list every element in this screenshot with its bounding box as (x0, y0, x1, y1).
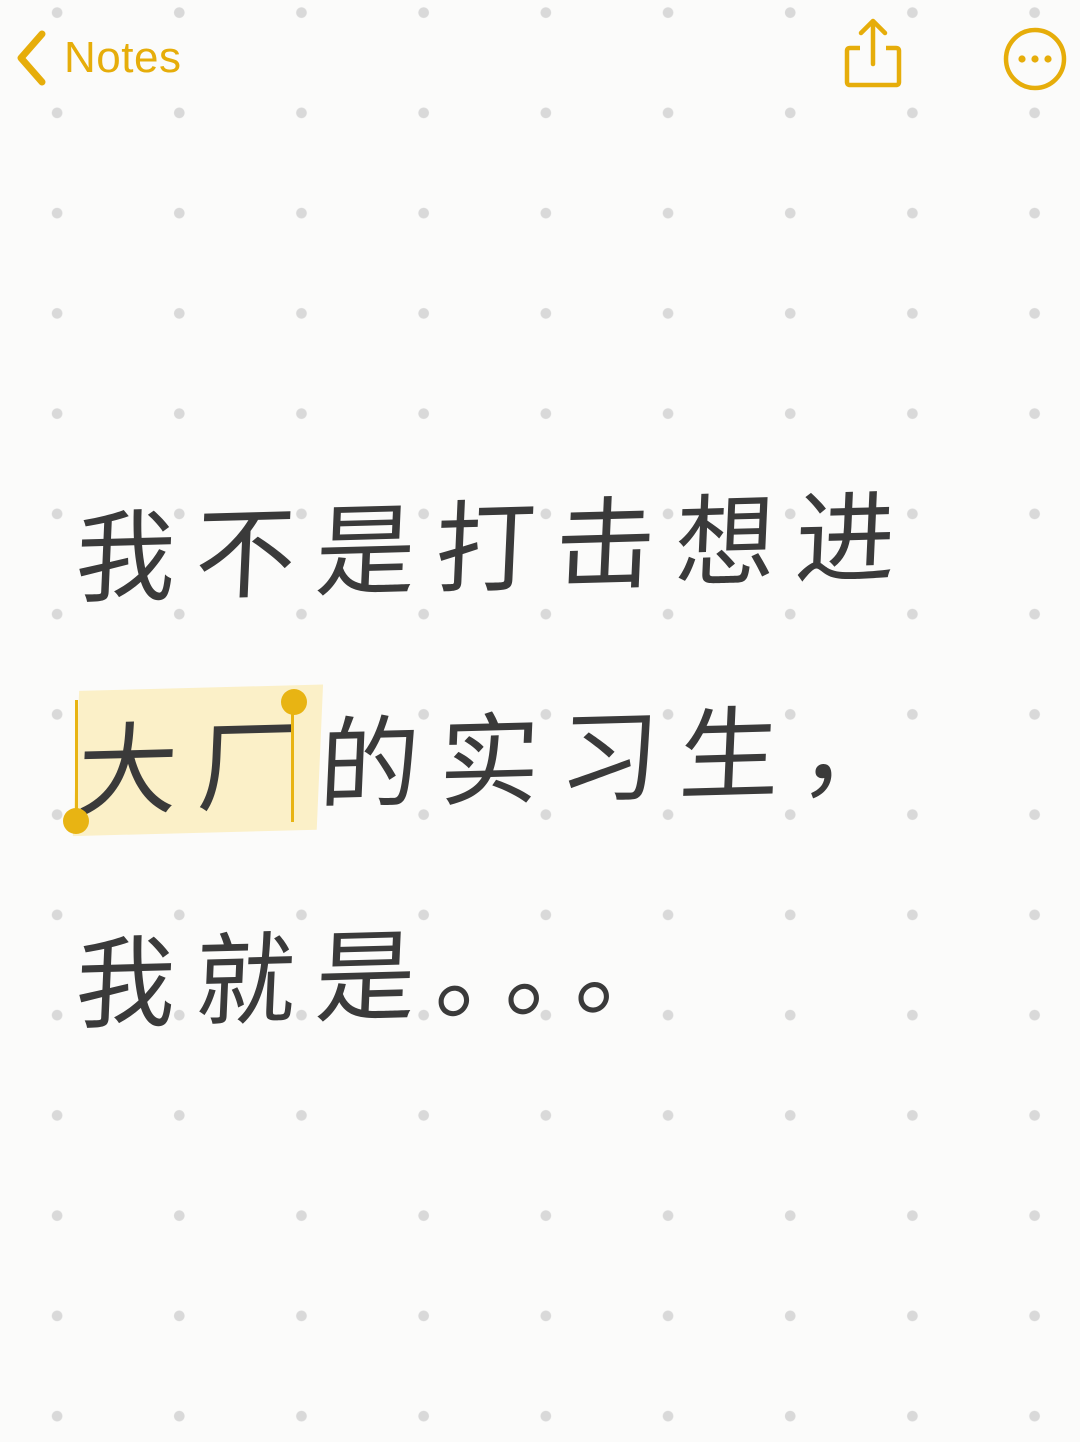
share-icon (838, 18, 908, 98)
note-text: 我就是。。。 (73, 910, 698, 1044)
back-button[interactable]: Notes (14, 26, 181, 90)
chevron-left-icon (14, 29, 48, 87)
note-line: 我就是。。。 (73, 890, 699, 1046)
note-body[interactable]: 我不是打击想进 大厂 的实习生， 我就是。。。 (0, 0, 1080, 1442)
selection-end-handle[interactable] (291, 700, 294, 822)
selection-start-knob[interactable] (63, 808, 89, 834)
back-label: Notes (64, 33, 182, 82)
note-line: 我不是打击想进 (73, 458, 919, 620)
note-text: 我不是打击想进 (73, 478, 918, 618)
navigation-bar: Notes (0, 0, 1080, 120)
note-text: 的实习生， (316, 691, 922, 825)
selection-start-handle[interactable] (75, 700, 78, 820)
note-line: 大厂 的实习生， (72, 671, 923, 836)
selection-end-knob[interactable] (281, 689, 307, 715)
more-button[interactable] (1002, 26, 1068, 92)
share-button[interactable] (838, 14, 908, 94)
ellipsis-circle-icon (1002, 27, 1068, 96)
